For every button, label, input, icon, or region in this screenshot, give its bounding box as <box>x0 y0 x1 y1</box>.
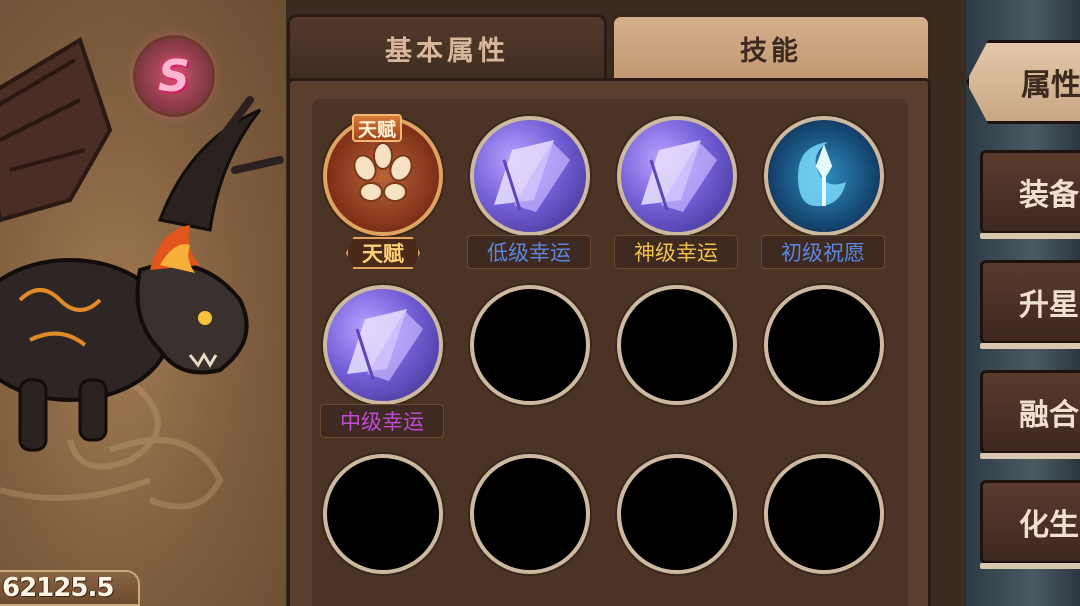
side-menu-fusion[interactable]: 融合 <box>980 370 1080 459</box>
side-menu: 属性 装备 升星 融合 化生 <box>966 0 1080 606</box>
skill-label-divine-luck: 神级幸运 <box>614 235 738 269</box>
grade-badge: S <box>136 38 212 114</box>
skill-label-talent: 天赋 <box>346 237 420 269</box>
skill-slot-empty[interactable] <box>470 454 590 574</box>
tab-skills[interactable]: 技能 <box>611 14 931 82</box>
skill-label-primary-blessing: 初级祝愿 <box>761 235 885 269</box>
side-menu-star-up[interactable]: 升星 <box>980 260 1080 349</box>
grade-letter: S <box>158 50 190 102</box>
luck-purple-icon <box>347 309 423 381</box>
power-value: 62125.5 <box>2 573 114 603</box>
skill-slot-empty[interactable] <box>323 454 443 574</box>
tab-basic-attributes[interactable]: 基本属性 <box>287 14 607 82</box>
skill-slot-empty[interactable] <box>764 454 884 574</box>
skill-label-mid-luck: 中级幸运 <box>320 404 444 438</box>
luck-purple-icon <box>494 140 570 212</box>
skill-label-low-luck: 低级幸运 <box>467 235 591 269</box>
skill-slot-empty[interactable] <box>764 285 884 405</box>
skill-slot-empty[interactable] <box>617 454 737 574</box>
side-menu-transform[interactable]: 化生 <box>980 480 1080 569</box>
skill-slot-low-luck[interactable] <box>470 116 590 236</box>
skill-slot-empty[interactable] <box>617 285 737 405</box>
luck-purple-icon <box>641 140 717 212</box>
skill-slot-empty[interactable] <box>470 285 590 405</box>
talent-tag: 天赋 <box>352 114 403 142</box>
skill-slot-mid-luck[interactable] <box>323 285 443 405</box>
power-display: 62125.5 <box>0 570 140 606</box>
pet-showcase: S 62125.5 <box>0 0 286 606</box>
skill-slot-primary-blessing[interactable] <box>764 116 884 236</box>
blessing-blue-icon <box>798 142 846 207</box>
skill-slot-divine-luck[interactable] <box>617 116 737 236</box>
side-menu-equipment[interactable]: 装备 <box>980 150 1080 239</box>
side-menu-attributes[interactable]: 属性 <box>966 40 1080 124</box>
